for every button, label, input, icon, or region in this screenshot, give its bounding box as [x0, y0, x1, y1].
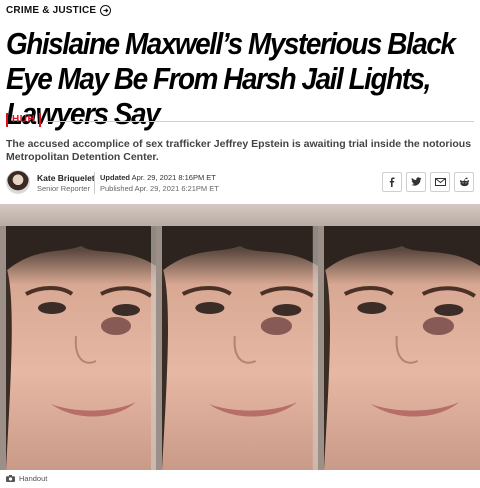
published-value: Apr. 29, 2021 6:21PM ET	[134, 184, 219, 193]
email-icon	[434, 178, 446, 186]
portrait-panel-3	[324, 226, 480, 470]
updated-date: Updated Apr. 29, 2021 8:16PM ET	[100, 173, 216, 182]
article-dek: The accused accomplice of sex trafficker…	[6, 138, 472, 163]
tag-divider	[46, 121, 474, 122]
author-title: Senior Reporter	[37, 184, 90, 193]
section-label[interactable]: CRIME & JUSTICE	[6, 5, 96, 16]
reddit-share-button[interactable]	[454, 172, 474, 192]
image-caption: Handout	[6, 474, 47, 483]
facebook-share-button[interactable]	[382, 172, 402, 192]
portrait-panel-2	[162, 226, 318, 470]
twitter-icon	[410, 177, 422, 186]
section-kicker[interactable]: CRIME & JUSTICE	[6, 5, 112, 16]
byline-divider	[94, 172, 95, 194]
updated-label: Updated	[100, 173, 130, 182]
facebook-icon	[389, 177, 395, 187]
share-bar	[382, 172, 474, 192]
email-share-button[interactable]	[430, 172, 450, 192]
updated-value: Apr. 29, 2021 8:16PM ET	[131, 173, 216, 182]
portrait-panel-1	[6, 226, 156, 470]
twitter-share-button[interactable]	[406, 172, 426, 192]
article-hero-image[interactable]	[0, 204, 480, 470]
hero-background	[0, 204, 480, 226]
arrow-right-circle-icon[interactable]	[100, 5, 112, 16]
caption-text: Handout	[19, 474, 48, 483]
published-date: Published Apr. 29, 2021 6:21PM ET	[100, 184, 219, 193]
author-name[interactable]: Kate Briquelet	[37, 173, 95, 183]
author-avatar[interactable]	[6, 170, 30, 194]
tag-label: HUH	[6, 113, 42, 127]
camera-icon	[6, 475, 15, 482]
tag-row: HUH	[6, 113, 474, 127]
published-label: Published	[100, 184, 133, 193]
reddit-icon	[459, 177, 469, 187]
